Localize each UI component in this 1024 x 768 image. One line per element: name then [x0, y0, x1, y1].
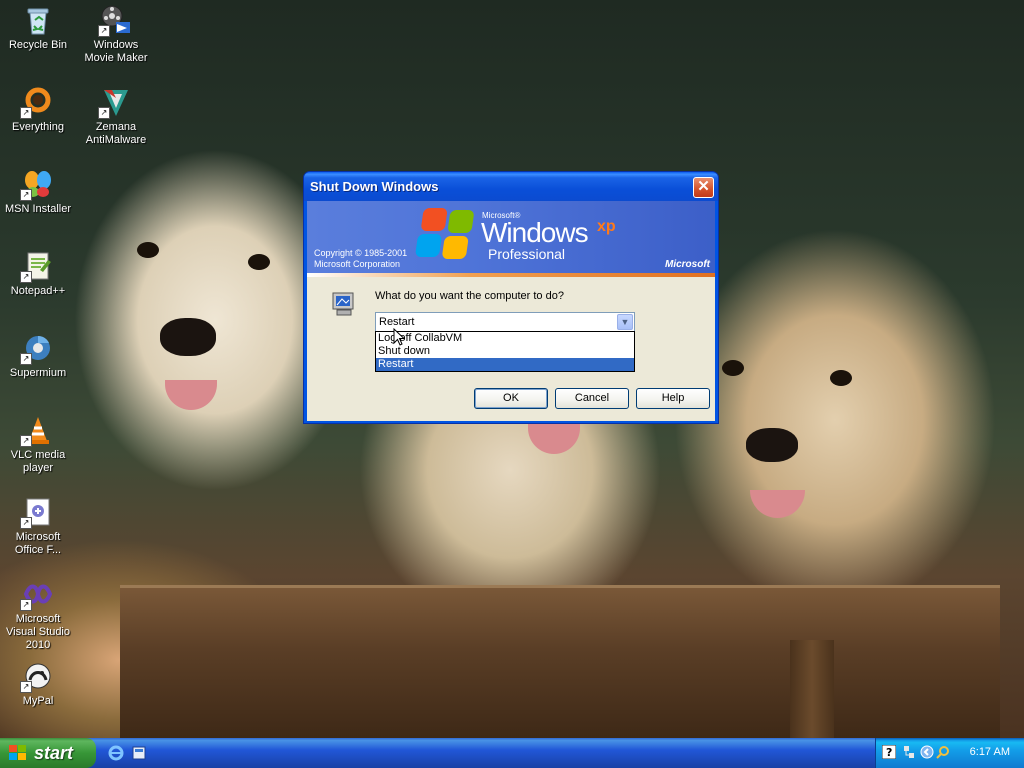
dialog-title: Shut Down Windows: [310, 179, 439, 194]
shortcut-arrow-icon: ↗: [20, 189, 32, 201]
cancel-button[interactable]: Cancel: [555, 388, 629, 409]
dialog-body: Copyright © 1985-2001 Microsoft Corporat…: [307, 201, 715, 421]
desktop-icon-label: Supermium: [9, 367, 67, 379]
desktop-icon-label: Recycle Bin: [8, 39, 68, 51]
msn-butterfly-icon: ↗: [20, 168, 54, 201]
help-button[interactable]: Help: [636, 388, 710, 409]
shortcut-arrow-icon: ↗: [20, 353, 32, 365]
copyright-text: Copyright © 1985-2001 Microsoft Corporat…: [314, 248, 424, 270]
shut-down-dialog: Shut Down Windows ✕ Copyright © 1985-200…: [303, 171, 719, 424]
desktop-icon-mypal[interactable]: ↗ MyPal: [0, 660, 76, 708]
desktop-icon-label: VLC media player: [10, 449, 66, 474]
wallpaper-puppy-nose: [160, 318, 216, 356]
notepad-plus-plus-icon: ↗: [20, 250, 54, 283]
desktop-icon-windows-movie-maker[interactable]: ↗ Windows Movie Maker: [78, 4, 154, 65]
shortcut-arrow-icon: ↗: [20, 435, 32, 447]
desktop-icon-zemana-antimalware[interactable]: ↗ Zemana AntiMalware: [78, 86, 154, 147]
expand-tray-icon[interactable]: [920, 745, 934, 759]
zemana-icon: ↗: [98, 86, 132, 119]
edition-label: Professional: [488, 246, 566, 262]
ok-button[interactable]: OK: [474, 388, 548, 409]
shortcut-arrow-icon: ↗: [20, 107, 32, 119]
desktop-icon-recycle-bin[interactable]: Recycle Bin: [0, 4, 76, 52]
close-button[interactable]: ✕: [693, 177, 714, 198]
desktop-icon-visual-studio-2010[interactable]: ↗ Microsoft Visual Studio 2010: [0, 578, 76, 652]
action-dropdown-list: Log off CollabVM Shut down Restart: [375, 331, 635, 372]
shortcut-arrow-icon: ↗: [20, 271, 32, 283]
wallpaper-puppy-tongue: [750, 490, 805, 518]
recycle-bin-icon: [22, 4, 54, 36]
search-icon[interactable]: [936, 745, 950, 759]
chevron-down-icon[interactable]: ▼: [617, 314, 633, 330]
desktop-icon-microsoft-office-file[interactable]: ↗ Microsoft Office F...: [0, 496, 76, 557]
xp-wordmark: xp: [597, 218, 616, 235]
network-icon[interactable]: [902, 745, 916, 759]
prompt-text: What do you want the computer to do?: [375, 290, 564, 302]
desktop-icon-label: Notepad++: [10, 285, 66, 297]
system-clock[interactable]: 6:17 AM: [970, 746, 1010, 758]
shortcut-arrow-icon: ↗: [98, 25, 110, 37]
desktop-icon-label: Zemana AntiMalware: [85, 121, 147, 146]
start-button[interactable]: start: [0, 738, 96, 768]
copyright-line: Microsoft Corporation: [314, 259, 401, 269]
windows-logo-icon: [9, 745, 27, 761]
shortcut-arrow-icon: ↗: [98, 107, 110, 119]
wallpaper-crate-post: [790, 640, 834, 738]
close-icon: ✕: [697, 178, 710, 195]
computer-icon: [331, 291, 359, 317]
desktop-icon-supermium[interactable]: ↗ Supermium: [0, 332, 76, 380]
wallpaper-puppy-eye: [722, 360, 744, 376]
copyright-line: Copyright © 1985-2001: [314, 248, 408, 258]
movie-maker-icon: ↗: [98, 4, 132, 37]
dropdown-option-restart[interactable]: Restart: [376, 358, 634, 371]
desktop-icon-label: Windows Movie Maker: [84, 39, 148, 64]
show-desktop-icon[interactable]: [131, 745, 147, 761]
svg-text:?: ?: [886, 746, 892, 759]
action-dropdown-value: Restart: [379, 316, 415, 328]
start-label: start: [34, 743, 74, 763]
desktop-icon-label: Everything: [12, 121, 64, 133]
office-file-icon: ↗: [20, 496, 54, 529]
wallpaper-puppy-nose: [746, 428, 798, 462]
help-icon[interactable]: ?: [881, 744, 897, 760]
wallpaper-puppy-eye: [248, 254, 270, 270]
dropdown-option-log-off[interactable]: Log off CollabVM: [376, 332, 634, 345]
action-dropdown[interactable]: Restart ▼: [375, 312, 635, 332]
everything-search-icon: ↗: [20, 86, 54, 119]
wallpaper-puppy-eye: [830, 370, 852, 386]
internet-explorer-icon[interactable]: [108, 745, 124, 761]
desktop-icon-label: Microsoft Visual Studio 2010: [5, 613, 70, 651]
windows-wordmark: Windows: [481, 217, 589, 248]
system-tray: ? 6:17 AM: [875, 738, 1024, 768]
dropdown-option-shut-down[interactable]: Shut down: [376, 345, 634, 358]
desktop-icon-label: Microsoft Office F...: [14, 531, 62, 556]
vlc-cone-icon: ↗: [20, 414, 54, 447]
visual-studio-icon: ↗: [20, 578, 54, 611]
desktop-icon-notepad-plus-plus[interactable]: ↗ Notepad++: [0, 250, 76, 298]
desktop-icon-label: MyPal: [22, 695, 54, 707]
wallpaper-puppy-eye: [137, 242, 159, 258]
dialog-titlebar[interactable]: Shut Down Windows ✕: [304, 172, 718, 201]
shortcut-arrow-icon: ↗: [20, 517, 32, 529]
wallpaper-puppy-tongue: [165, 380, 217, 410]
shortcut-arrow-icon: ↗: [20, 599, 32, 611]
windows-flag-logo-icon: [414, 208, 480, 262]
desktop-icon-label: MSN Installer: [4, 203, 72, 215]
mouse-cursor-icon: [393, 328, 405, 346]
banner-stripe: [307, 273, 715, 277]
desktop-icon-msn-installer[interactable]: ↗ MSN Installer: [0, 168, 76, 216]
desktop-icon-vlc-media-player[interactable]: ↗ VLC media player: [0, 414, 76, 475]
taskbar: start ? 6:17 AM: [0, 738, 1024, 768]
wallpaper-crate: [120, 585, 1000, 738]
microsoft-brand: Microsoft: [665, 259, 710, 270]
supermium-browser-icon: ↗: [20, 332, 54, 365]
wallpaper-puppy-tongue: [528, 424, 580, 454]
shortcut-arrow-icon: ↗: [20, 681, 32, 693]
mypal-browser-icon: ↗: [20, 660, 54, 693]
windows-xp-banner: Copyright © 1985-2001 Microsoft Corporat…: [307, 201, 715, 277]
desktop-icon-everything[interactable]: ↗ Everything: [0, 86, 76, 134]
